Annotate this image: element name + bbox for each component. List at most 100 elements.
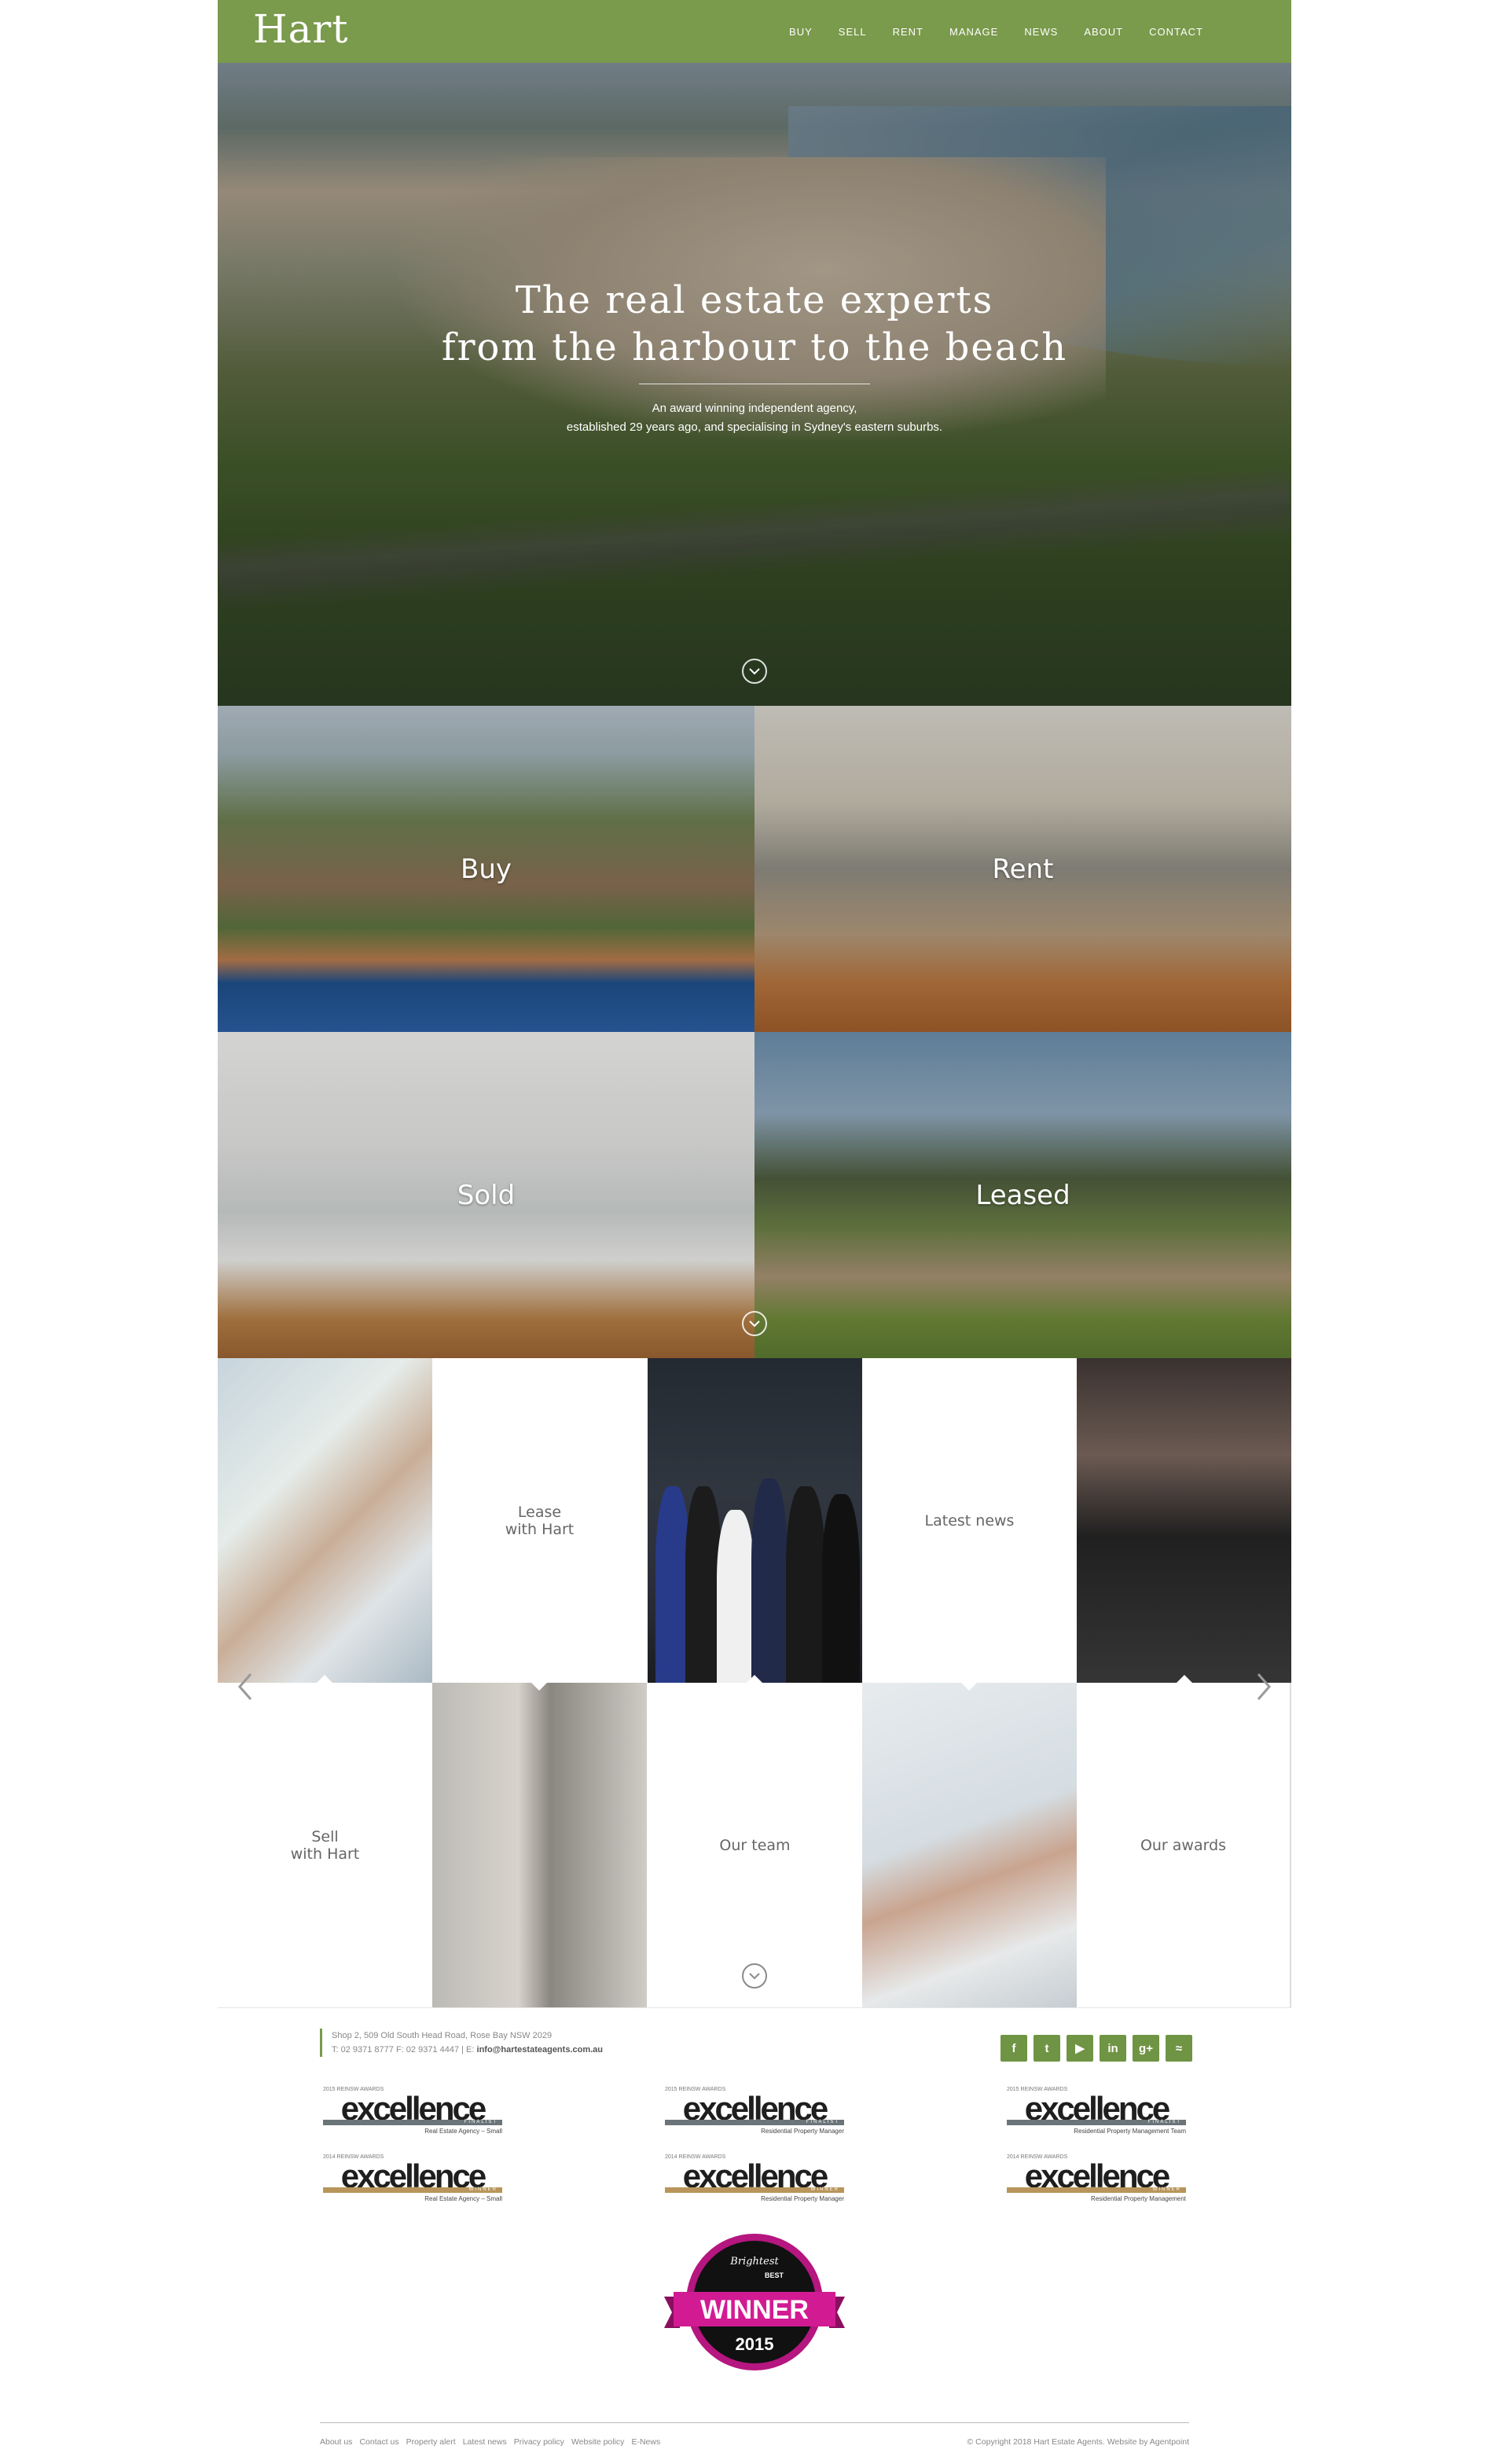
team-photo-image <box>648 1358 862 1683</box>
email-link[interactable]: info@hartestateagents.com.au <box>477 2045 603 2055</box>
award-category: Residential Property Management <box>1091 2195 1186 2202</box>
hero-banner: The real estate experts from the harbour… <box>218 63 1291 706</box>
lease-with-hart-tile[interactable]: Lease with Hart <box>432 1358 647 1683</box>
our-team-label: Our team <box>719 1836 791 1854</box>
copyright-text: © Copyright 2018 Hart Estate Agents. Web… <box>967 2437 1189 2447</box>
footer-link-latest-news[interactable]: Latest news <box>463 2437 507 2447</box>
footer-link-contact[interactable]: Contact us <box>359 2437 398 2447</box>
award-category: Real Estate Agency – Small <box>424 2128 502 2135</box>
badge-year: 2015 <box>736 2334 774 2354</box>
lease-line1: Lease <box>517 1503 562 1521</box>
badge-brightest: Brightest <box>729 2256 779 2268</box>
lease-line2: with Hart <box>505 1520 575 1538</box>
hero-title-line2: from the harbour to the beach <box>441 325 1068 369</box>
address-text: Shop 2, 509 Old South Head Road, Rose Ba… <box>332 2031 553 2040</box>
tile-leased-label: Leased <box>975 1179 1070 1211</box>
badge-best: BEST <box>765 2271 784 2279</box>
person-figure <box>751 1478 788 1683</box>
hero-title: The real estate experts from the harbour… <box>218 277 1291 371</box>
handshake-image <box>218 1358 432 1683</box>
nav-about[interactable]: ABOUT <box>1084 26 1123 38</box>
nav-news[interactable]: NEWS <box>1024 26 1058 38</box>
tile-pointer <box>961 1683 977 1691</box>
nav-sell[interactable]: SELL <box>839 26 867 38</box>
sell-with-hart-label: Sell with Hart <box>218 1683 432 2007</box>
scroll-down-icon[interactable] <box>742 659 767 684</box>
tile-sold[interactable]: Sold <box>218 1032 754 1358</box>
award-category: Residential Property Management Team <box>1074 2128 1186 2135</box>
footer-link-property-alert[interactable]: Property alert <box>406 2437 456 2447</box>
youtube-icon[interactable]: ▶ <box>1067 2035 1093 2062</box>
tile-buy-label: Buy <box>461 853 512 885</box>
award-logo: 2014 REINSW AWARDS excellence WINNER Res… <box>665 2154 844 2203</box>
award-kind: FINALIST <box>464 2120 497 2124</box>
tile-pointer <box>317 1675 332 1683</box>
tile-rent-label: Rent <box>992 853 1054 885</box>
sell-line2: with Hart <box>290 1845 360 1863</box>
rss-icon[interactable]: ≈ <box>1166 2035 1192 2062</box>
carousel-next-icon[interactable] <box>1255 1673 1272 1701</box>
tile-pointer <box>1177 1675 1192 1683</box>
award-logo: 2014 REINSW AWARDS excellence WINNER Res… <box>1007 2154 1186 2203</box>
footer-link-website-policy[interactable]: Website policy <box>571 2437 625 2447</box>
nav-buy[interactable]: BUY <box>789 26 813 38</box>
sell-line1: Sell <box>311 1827 339 1845</box>
latest-news-tile[interactable]: Latest news <box>862 1358 1077 1683</box>
tile-pointer <box>747 1675 762 1683</box>
facebook-icon[interactable]: f <box>1000 2035 1027 2062</box>
scroll-down-icon[interactable] <box>742 1963 767 1988</box>
hero-subtitle-line1: An award winning independent agency, <box>652 402 857 415</box>
person-figure <box>786 1486 825 1683</box>
site-footer: Shop 2, 509 Old South Head Road, Rose Ba… <box>218 2007 1291 2464</box>
tile-pointer <box>531 1683 547 1691</box>
google-plus-icon[interactable]: g+ <box>1133 2035 1159 2062</box>
scroll-down-icon[interactable] <box>742 1311 767 1336</box>
award-kind: WINNER <box>468 2187 497 2192</box>
our-awards-tile[interactable]: Our awards <box>1077 1683 1291 2007</box>
tile-buy[interactable]: Buy <box>218 706 754 1032</box>
award-category: Residential Property Manager <box>761 2195 844 2202</box>
nav-rent[interactable]: RENT <box>893 26 923 38</box>
our-team-tile[interactable]: Our team <box>648 1683 862 2007</box>
award-logo: 2015 REINSW AWARDS excellence FINALIST R… <box>323 2087 502 2135</box>
info-grid: Lease with Hart Latest news Sell with Hart… <box>218 1358 1291 2007</box>
carousel-prev-icon[interactable] <box>237 1673 254 1701</box>
our-awards-label: Our awards <box>1140 1836 1227 1854</box>
award-logo: 2014 REINSW AWARDS excellence WINNER Rea… <box>323 2154 502 2203</box>
winner-badge-icon: Brightest BEST WINNER 2015 <box>664 2234 845 2370</box>
nav-contact[interactable]: CONTACT <box>1149 26 1203 38</box>
award-category: Residential Property Manager <box>761 2128 844 2135</box>
contact-details: Shop 2, 509 Old South Head Road, Rose Ba… <box>320 2029 603 2057</box>
office-photo-image <box>432 1683 647 2007</box>
lease-with-hart-label: Lease with Hart <box>432 1358 647 1683</box>
keyboard-photo-image <box>862 1683 1077 2007</box>
badge-winner: WINNER <box>700 2295 809 2325</box>
awards-photo-image <box>1077 1358 1291 1683</box>
sell-with-hart-tile[interactable]: Sell with Hart <box>218 1683 432 2007</box>
phone-line: T: 02 9371 8777 F: 02 9371 4447 | E: inf… <box>332 2043 603 2057</box>
award-logo: 2015 REINSW AWARDS excellence FINALIST R… <box>665 2087 844 2135</box>
footer-link-privacy[interactable]: Privacy policy <box>514 2437 564 2447</box>
property-tiles: Buy Rent Sold Leased <box>218 706 1291 1358</box>
award-logo: 2015 REINSW AWARDS excellence FINALIST R… <box>1007 2087 1186 2135</box>
linkedin-icon[interactable]: in <box>1100 2035 1126 2062</box>
site-header: Hart BUY SELL RENT MANAGE NEWS ABOUT CON… <box>218 0 1291 63</box>
site-logo[interactable]: Hart <box>253 6 348 52</box>
page: Hart BUY SELL RENT MANAGE NEWS ABOUT CON… <box>218 0 1291 2464</box>
phone-text: T: 02 9371 8777 F: 02 9371 4447 | E: <box>332 2045 475 2055</box>
person-figure <box>717 1510 754 1683</box>
footer-divider <box>320 2422 1189 2423</box>
tile-rent[interactable]: Rent <box>754 706 1291 1032</box>
award-kind: FINALIST <box>1147 2120 1181 2124</box>
person-figure <box>822 1494 860 1683</box>
nav-manage[interactable]: MANAGE <box>949 26 998 38</box>
footer-link-about[interactable]: About us <box>320 2437 352 2447</box>
tile-sold-label: Sold <box>457 1179 516 1211</box>
tile-leased[interactable]: Leased <box>754 1032 1291 1358</box>
hero-title-line1: The real estate experts <box>515 278 994 322</box>
footer-link-enews[interactable]: E-News <box>631 2437 660 2447</box>
twitter-icon[interactable]: t <box>1034 2035 1060 2062</box>
hero-overlay <box>218 63 1291 706</box>
hero-subtitle-line2: established 29 years ago, and specialisi… <box>566 420 943 434</box>
award-category: Real Estate Agency – Small <box>424 2195 502 2202</box>
